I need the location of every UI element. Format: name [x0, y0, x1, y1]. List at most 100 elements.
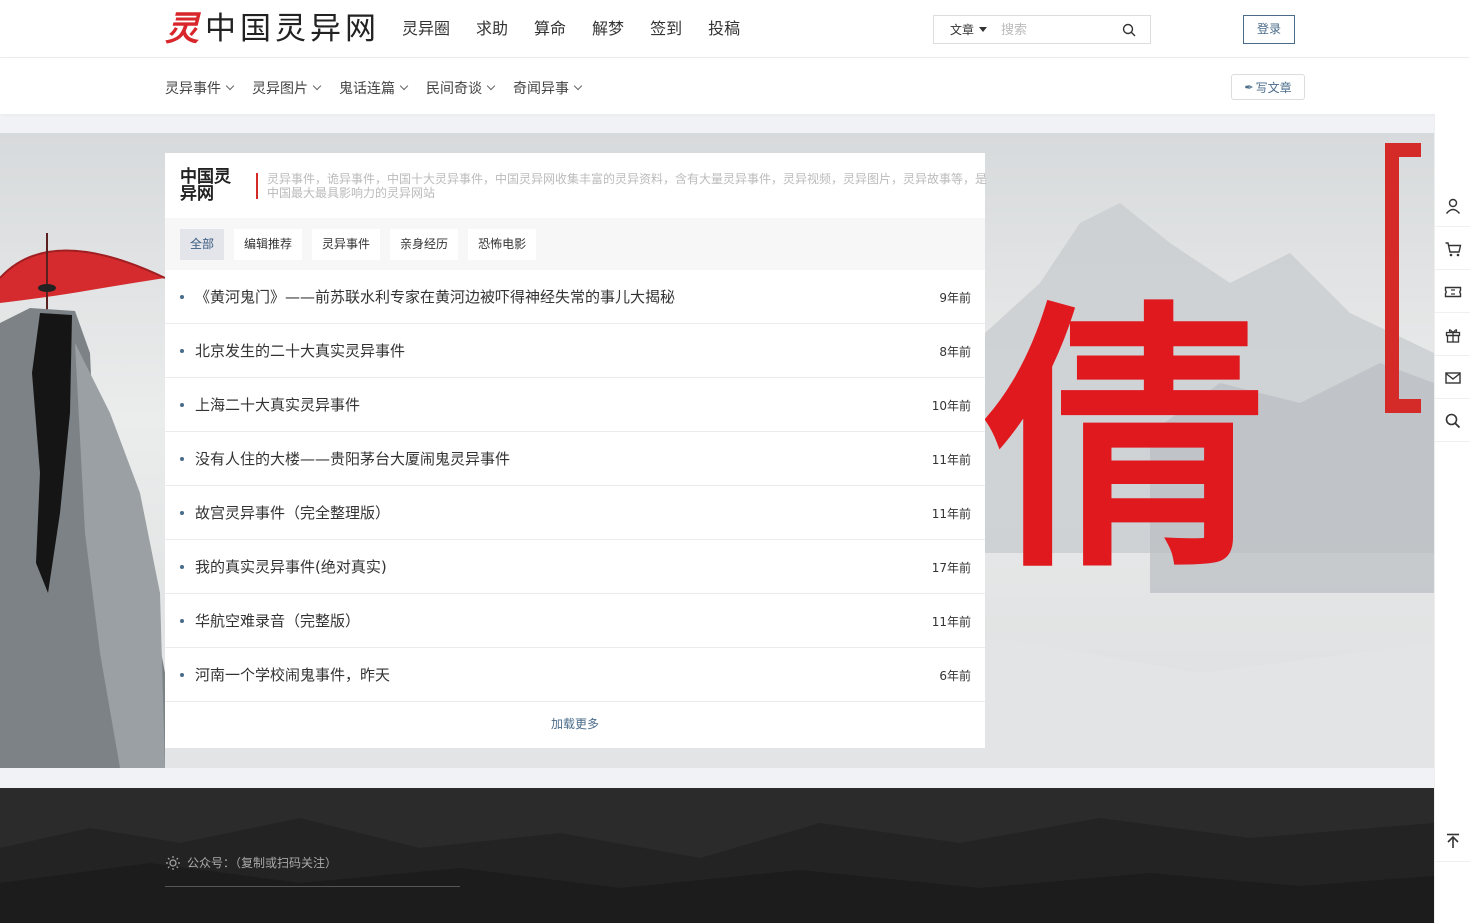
article-title[interactable]: 我的真实灵异事件(绝对真实)	[195, 556, 387, 578]
search-type-select[interactable]: 文章	[950, 21, 988, 38]
category-label: 灵异事件	[165, 81, 221, 97]
bullet-dot	[180, 349, 184, 353]
article-time: 9年前	[939, 291, 971, 305]
gift-icon[interactable]	[1435, 314, 1470, 356]
chevron-down-icon	[225, 81, 235, 91]
chevron-down-icon	[573, 81, 583, 91]
nav-item-jiemeng[interactable]: 解梦	[592, 18, 624, 40]
ticket-icon[interactable]	[1435, 271, 1470, 313]
wechat-official-account: 公众号：（复制或扫码关注）	[165, 854, 337, 871]
category-nav: 灵异事件 灵异图片 鬼话连篇 民间奇谈 奇闻异事	[165, 78, 583, 98]
site-footer: 公众号：（复制或扫码关注）	[0, 788, 1434, 923]
red-banner-frame	[1385, 143, 1421, 413]
list-item[interactable]: 华航空难录音（完整版） 11年前	[165, 594, 985, 648]
filter-tab-events[interactable]: 灵异事件	[312, 229, 381, 260]
article-title[interactable]: 故宫灵异事件（完全整理版）	[195, 502, 390, 524]
cart-icon[interactable]	[1435, 228, 1470, 270]
bullet-dot	[180, 619, 184, 623]
chevron-down-icon	[312, 81, 322, 91]
filter-tab-experience[interactable]: 亲身经历	[390, 229, 459, 260]
footer-divider	[165, 886, 460, 887]
article-time: 10年前	[931, 399, 971, 413]
category-bar: 灵异事件 灵异图片 鬼话连篇 民间奇谈 奇闻异事 ✒ 写文章	[0, 58, 1470, 114]
filter-tabs: 全部 编辑推荐 灵异事件 亲身经历 恐怖电影	[180, 229, 537, 260]
category-label: 灵异图片	[252, 81, 308, 97]
site-logo[interactable]: 灵 中国灵异网	[165, 10, 380, 48]
article-time: 17年前	[931, 561, 971, 575]
sun-icon	[166, 855, 180, 870]
search-input[interactable]	[1001, 22, 1112, 37]
card-header: 中国灵异网 灵异事件，诡异事件，中国十大灵异事件，中国灵异网收集丰富的灵异资料，…	[165, 153, 987, 218]
filter-tab-editor-picks[interactable]: 编辑推荐	[234, 229, 303, 260]
nav-item-qiuzhu[interactable]: 求助	[476, 18, 508, 40]
nav-item-qiandao[interactable]: 签到	[650, 18, 682, 40]
bullet-dot	[180, 511, 184, 515]
chevron-down-icon	[399, 81, 409, 91]
bullet-dot	[180, 403, 184, 407]
login-button[interactable]: 登录	[1243, 15, 1295, 44]
article-time: 11年前	[931, 507, 971, 521]
bullet-dot	[180, 565, 184, 569]
list-item[interactable]: 上海二十大真实灵异事件 10年前	[165, 378, 985, 432]
list-item[interactable]: 《黄河鬼门》——前苏联水利专家在黄河边被吓得神经失常的事儿大揭秘 9年前	[165, 270, 985, 324]
article-list-card: 中国灵异网 灵异事件，诡异事件，中国十大灵异事件，中国灵异网收集丰富的灵异资料，…	[165, 153, 987, 748]
list-item[interactable]: 没有人住的大楼——贵阳茅台大厦闹鬼灵异事件 11年前	[165, 432, 985, 486]
write-article-label: 写文章	[1255, 80, 1292, 95]
search-icon[interactable]	[1435, 400, 1470, 442]
hero-red-character: 倩	[985, 280, 1265, 606]
bullet-dot	[180, 457, 184, 461]
logo-text: 中国灵异网	[205, 11, 380, 47]
main-nav: 灵异圈 求助 算命 解梦 签到 投稿	[402, 18, 740, 40]
category-item-lingyi-tupian[interactable]: 灵异图片	[252, 78, 322, 98]
search-type-label: 文章	[950, 23, 975, 37]
article-list: 《黄河鬼门》——前苏联水利专家在黄河边被吓得神经失常的事儿大揭秘 9年前 北京发生…	[165, 270, 985, 702]
wechat-account-label: 公众号：（复制或扫码关注）	[187, 856, 338, 870]
category-item-lingyi-shijian[interactable]: 灵异事件	[165, 78, 235, 98]
filter-bar: 全部 编辑推荐 灵异事件 亲身经历 恐怖电影	[165, 218, 985, 270]
title-divider	[256, 173, 258, 199]
article-title[interactable]: 没有人住的大楼——贵阳茅台大厦闹鬼灵异事件	[195, 448, 510, 470]
nav-item-suanming[interactable]: 算命	[534, 18, 566, 40]
bullet-dot	[180, 673, 184, 677]
nav-item-lingyiquan[interactable]: 灵异圈	[402, 18, 450, 40]
load-more-button[interactable]: 加载更多	[165, 702, 985, 747]
article-time: 6年前	[939, 669, 971, 683]
category-item-guihua[interactable]: 鬼话连篇	[339, 78, 409, 98]
article-title[interactable]: 河南一个学校闹鬼事件，昨天	[195, 664, 390, 686]
search-box: 文章	[933, 15, 1151, 44]
user-icon[interactable]	[1435, 185, 1470, 227]
mail-icon[interactable]	[1435, 357, 1470, 399]
nav-item-tougao[interactable]: 投稿	[708, 18, 740, 40]
pen-icon: ✒	[1244, 80, 1254, 94]
logo-mark: 灵	[165, 9, 199, 49]
bullet-dot	[180, 295, 184, 299]
top-header: 灵 中国灵异网 灵异圈 求助 算命 解梦 签到 投稿 文章 登录	[0, 0, 1470, 58]
list-item[interactable]: 我的真实灵异事件(绝对真实) 17年前	[165, 540, 985, 594]
category-item-qiwen[interactable]: 奇闻异事	[513, 78, 583, 98]
article-time: 11年前	[931, 615, 971, 629]
caret-down-icon	[979, 27, 988, 32]
filter-tab-horror-movies[interactable]: 恐怖电影	[468, 229, 537, 260]
article-title[interactable]: 《黄河鬼门》——前苏联水利专家在黄河边被吓得神经失常的事儿大揭秘	[195, 286, 675, 308]
umbrella-figure-illustration	[0, 233, 166, 768]
category-label: 奇闻异事	[513, 81, 569, 97]
card-description: 灵异事件，诡异事件，中国十大灵异事件，中国灵异网收集丰富的灵异资料，含有大量灵异…	[267, 172, 988, 200]
article-title[interactable]: 华航空难录音（完整版）	[195, 610, 360, 632]
article-time: 8年前	[939, 345, 971, 359]
category-item-minjian[interactable]: 民间奇谈	[426, 78, 496, 98]
write-article-button[interactable]: ✒ 写文章	[1231, 74, 1305, 100]
category-label: 民间奇谈	[426, 81, 482, 97]
back-to-top-icon[interactable]	[1435, 820, 1470, 862]
list-item[interactable]: 故宫灵异事件（完全整理版） 11年前	[165, 486, 985, 540]
search-icon[interactable]	[1122, 22, 1138, 38]
article-title[interactable]: 上海二十大真实灵异事件	[195, 394, 360, 416]
article-title[interactable]: 北京发生的二十大真实灵异事件	[195, 340, 405, 362]
card-title: 中国灵异网	[180, 167, 231, 204]
floating-sidebar	[1434, 114, 1470, 923]
list-item[interactable]: 北京发生的二十大真实灵异事件 8年前	[165, 324, 985, 378]
article-time: 11年前	[931, 453, 971, 467]
list-item[interactable]: 河南一个学校闹鬼事件，昨天 6年前	[165, 648, 985, 702]
filter-tab-all[interactable]: 全部	[180, 229, 225, 260]
chevron-down-icon	[486, 81, 496, 91]
category-label: 鬼话连篇	[339, 81, 395, 97]
